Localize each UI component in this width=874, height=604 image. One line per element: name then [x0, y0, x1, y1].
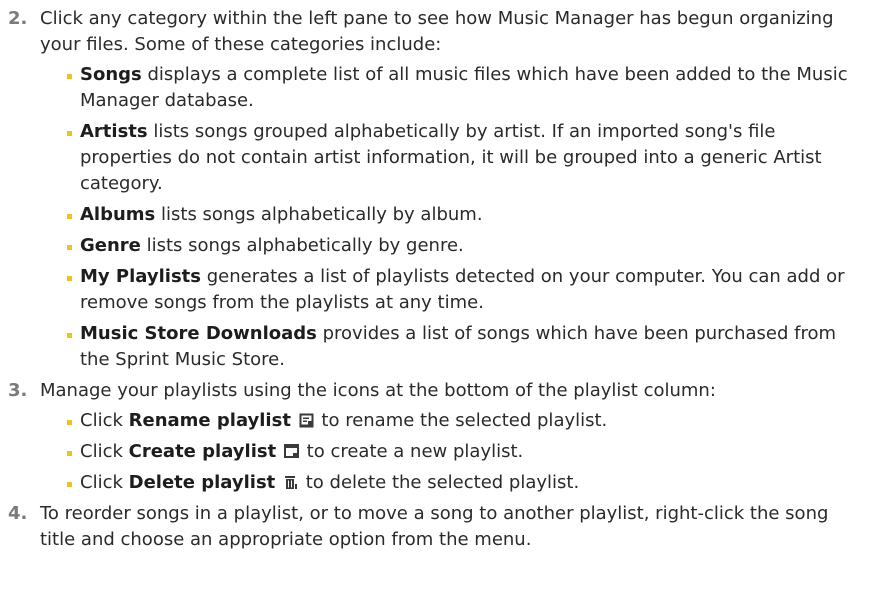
description: lists songs grouped alphabetically by ar… — [80, 121, 822, 194]
term-delete-playlist: Delete playlist — [128, 472, 276, 493]
term-songs: Songs — [80, 64, 142, 85]
create-playlist-icon — [283, 444, 299, 458]
bullet-icon — [67, 420, 72, 425]
list-item-music-store-downloads: Music Store Downloads provides a list of… — [40, 321, 854, 373]
step-number: 2. — [8, 8, 28, 29]
description: displays a complete list of all music fi… — [80, 64, 848, 111]
description: to delete the selected playlist. — [305, 472, 580, 493]
list-item-artists: Artists lists songs grouped alphabetical… — [40, 119, 854, 197]
list-item-rename-playlist: Click Rename playlist to rename the sele… — [40, 408, 854, 434]
playlist-actions-list: Click Rename playlist to rename the sele… — [40, 408, 854, 496]
term-rename-playlist: Rename playlist — [128, 410, 291, 431]
bullet-icon — [67, 276, 72, 281]
step-2: 2. Click any category within the left pa… — [0, 6, 874, 373]
bullet-icon — [67, 74, 72, 79]
bullet-icon — [67, 451, 72, 456]
step-text: Click any category within the left pane … — [40, 8, 834, 55]
term-genre: Genre — [80, 235, 141, 256]
prefix: Click — [80, 441, 129, 462]
list-item-albums: Albums lists songs alphabetically by alb… — [40, 202, 854, 228]
rename-playlist-icon — [299, 413, 314, 428]
list-item-songs: Songs displays a complete list of all mu… — [40, 62, 854, 114]
prefix: Click — [80, 472, 129, 493]
step-3: 3. Manage your playlists using the icons… — [0, 378, 874, 496]
bullet-icon — [67, 245, 72, 250]
term-music-store-downloads: Music Store Downloads — [80, 323, 317, 344]
list-item-delete-playlist: Click Delete playlist to delete the sele… — [40, 470, 854, 496]
prefix: Click — [80, 410, 129, 431]
step-text: Manage your playlists using the icons at… — [40, 380, 716, 401]
bullet-icon — [67, 214, 72, 219]
list-item-create-playlist: Click Create playlist to create a new pl… — [40, 439, 854, 465]
description: lists songs alphabetically by genre. — [140, 235, 464, 256]
delete-playlist-icon — [285, 476, 298, 489]
list-item-my-playlists: My Playlists generates a list of playlis… — [40, 264, 854, 316]
bullet-icon — [67, 131, 72, 136]
document-page: 2. Click any category within the left pa… — [0, 0, 874, 604]
term-albums: Albums — [80, 204, 156, 225]
step-number: 3. — [8, 380, 28, 401]
term-create-playlist: Create playlist — [128, 441, 277, 462]
category-list: Songs displays a complete list of all mu… — [40, 62, 854, 373]
description: lists songs alphabetically by album. — [155, 204, 483, 225]
term-my-playlists: My Playlists — [80, 266, 201, 287]
description: to rename the selected playlist. — [321, 410, 608, 431]
list-item-genre: Genre lists songs alphabetically by genr… — [40, 233, 854, 259]
step-4: 4. To reorder songs in a playlist, or to… — [0, 501, 874, 553]
bullet-icon — [67, 482, 72, 487]
step-number: 4. — [8, 503, 28, 524]
bullet-icon — [67, 333, 72, 338]
term-artists: Artists — [80, 121, 148, 142]
step-text: To reorder songs in a playlist, or to mo… — [40, 503, 829, 550]
description: to create a new playlist. — [306, 441, 524, 462]
